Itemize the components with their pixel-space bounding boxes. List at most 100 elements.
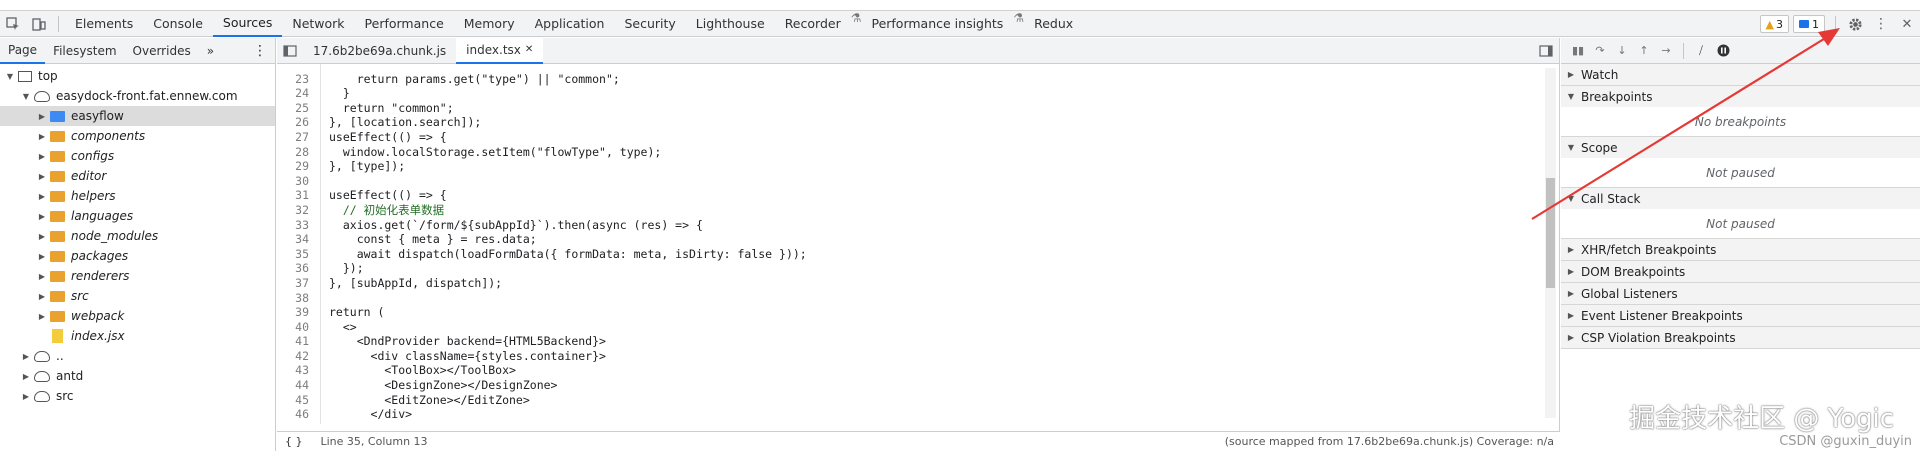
line-number[interactable]: 36 <box>277 261 315 276</box>
line-number[interactable]: 35 <box>277 247 315 262</box>
tree-item[interactable]: ▼ top <box>0 66 275 86</box>
tree-item[interactable]: ▶ node_modules <box>0 226 275 246</box>
line-number[interactable]: 30 <box>277 174 315 189</box>
tree-item[interactable]: ▶ languages <box>0 206 275 226</box>
collapsed-arrow-icon[interactable]: ▶ <box>36 152 48 161</box>
line-number[interactable]: 34 <box>277 232 315 247</box>
scrollbar-thumb[interactable] <box>1546 178 1555 288</box>
line-number[interactable]: 38 <box>277 291 315 306</box>
tree-item[interactable]: ▶.. <box>0 346 275 366</box>
line-number[interactable]: 29 <box>277 159 315 174</box>
line-number[interactable]: 27 <box>277 130 315 145</box>
line-number[interactable]: 26 <box>277 115 315 130</box>
line-number[interactable]: 25 <box>277 101 315 116</box>
editor-tab[interactable]: 17.6b2be69a.chunk.js <box>303 38 456 64</box>
tab-security[interactable]: Security <box>614 11 685 37</box>
line-number[interactable]: 40 <box>277 320 315 335</box>
line-number[interactable]: 39 <box>277 305 315 320</box>
tree-item[interactable]: ▶ packages <box>0 246 275 266</box>
tab-lighthouse[interactable]: Lighthouse <box>686 11 775 37</box>
line-number[interactable]: 33 <box>277 218 315 233</box>
line-number[interactable]: 41 <box>277 334 315 349</box>
section-header-scope[interactable]: ▼ Scope <box>1561 137 1920 158</box>
tree-item[interactable]: ▶ webpack <box>0 306 275 326</box>
tree-item[interactable]: index.jsx <box>0 326 275 346</box>
line-number[interactable]: 44 <box>277 378 315 393</box>
navigator-tab-filesystem[interactable]: Filesystem <box>45 38 124 64</box>
more-options-icon[interactable]: ⋮ <box>1868 11 1894 37</box>
section-header-csp-violation-breakpoints[interactable]: ▶ CSP Violation Breakpoints <box>1561 327 1920 348</box>
tab-performance[interactable]: Performance <box>355 11 454 37</box>
line-number[interactable]: 24 <box>277 86 315 101</box>
editor-scrollbar[interactable] <box>1545 68 1556 418</box>
line-number[interactable]: 45 <box>277 393 315 408</box>
section-header-call-stack[interactable]: ▼ Call Stack <box>1561 188 1920 209</box>
inspect-element-icon[interactable] <box>0 11 26 37</box>
more-tabs-icon[interactable]: » <box>199 38 222 64</box>
collapsed-arrow-icon[interactable]: ▶ <box>36 192 48 201</box>
tab-sources[interactable]: Sources <box>212 11 283 37</box>
section-header-watch[interactable]: ▶ Watch <box>1561 64 1920 85</box>
section-header-breakpoints[interactable]: ▼ Breakpoints <box>1561 86 1920 107</box>
step-icon[interactable]: → <box>1655 40 1677 62</box>
collapsed-arrow-icon[interactable]: ▶ <box>36 272 48 281</box>
expanded-arrow-icon[interactable]: ▼ <box>4 72 16 81</box>
line-number[interactable]: 32 <box>277 203 315 218</box>
pause-on-exceptions-icon[interactable] <box>1712 40 1734 62</box>
tree-item[interactable]: ▶ components <box>0 126 275 146</box>
source-map-info[interactable]: (source mapped from 17.6b2be69a.chunk.js… <box>1225 435 1554 448</box>
collapsed-arrow-icon[interactable]: ▶ <box>20 372 32 381</box>
line-number[interactable]: 31 <box>277 188 315 203</box>
line-number[interactable]: 47 <box>277 422 315 424</box>
deactivate-breakpoints-icon[interactable]: ⧸ <box>1690 40 1712 62</box>
tree-item[interactable]: ▶ src <box>0 286 275 306</box>
step-out-icon[interactable]: ↑ <box>1633 40 1655 62</box>
section-header-dom-breakpoints[interactable]: ▶ DOM Breakpoints <box>1561 261 1920 282</box>
tab-recorder[interactable]: Recorder <box>775 11 851 37</box>
code-view[interactable]: 23 return params.get("type") || "common"… <box>277 64 1547 424</box>
tree-item[interactable]: ▶ easyflow <box>0 106 275 126</box>
close-devtools-icon[interactable]: ✕ <box>1894 11 1920 37</box>
line-number[interactable]: 43 <box>277 363 315 378</box>
navigator-menu-icon[interactable]: ⋮ <box>245 38 275 64</box>
navigator-tab-overrides[interactable]: Overrides <box>125 38 199 64</box>
warnings-badge[interactable]: ▲ 3 <box>1759 15 1789 33</box>
close-tab-icon[interactable]: ✕ <box>525 44 533 55</box>
tree-item[interactable]: ▼ easydock-front.fat.ennew.com <box>0 86 275 106</box>
tree-item[interactable]: ▶ editor <box>0 166 275 186</box>
collapsed-arrow-icon[interactable]: ▶ <box>36 132 48 141</box>
tab-application[interactable]: Application <box>525 11 615 37</box>
messages-badge[interactable]: 1 <box>1793 15 1825 33</box>
tree-item[interactable]: ▶ antd <box>0 366 275 386</box>
settings-gear-icon[interactable] <box>1842 11 1868 37</box>
device-toolbar-icon[interactable] <box>26 11 52 37</box>
line-number[interactable]: 46 <box>277 407 315 422</box>
tab-redux[interactable]: Redux <box>1024 11 1083 37</box>
section-header-event-listener-breakpoints[interactable]: ▶ Event Listener Breakpoints <box>1561 305 1920 326</box>
collapsed-arrow-icon[interactable]: ▶ <box>36 172 48 181</box>
line-number[interactable]: 23 <box>277 72 315 87</box>
line-number[interactable]: 42 <box>277 349 315 364</box>
tab-performance-insights[interactable]: Performance insights <box>861 11 1013 37</box>
tab-memory[interactable]: Memory <box>454 11 525 37</box>
tree-item[interactable]: ▶ helpers <box>0 186 275 206</box>
navigator-tab-page[interactable]: Page <box>0 38 46 64</box>
pretty-print-icon[interactable]: { } <box>285 435 303 448</box>
collapsed-arrow-icon[interactable]: ▶ <box>20 392 32 401</box>
toggle-navigator-icon[interactable] <box>277 38 303 64</box>
toggle-debugger-icon[interactable] <box>1533 38 1559 64</box>
collapsed-arrow-icon[interactable]: ▶ <box>20 352 32 361</box>
tab-network[interactable]: Network <box>282 11 354 37</box>
tab-console[interactable]: Console <box>143 11 213 37</box>
pause-icon[interactable]: ▮▮ <box>1567 40 1589 62</box>
section-header-global-listeners[interactable]: ▶ Global Listeners <box>1561 283 1920 304</box>
collapsed-arrow-icon[interactable]: ▶ <box>36 252 48 261</box>
tree-item[interactable]: ▶ renderers <box>0 266 275 286</box>
expanded-arrow-icon[interactable]: ▼ <box>20 92 32 101</box>
line-number[interactable]: 37 <box>277 276 315 291</box>
tree-item[interactable]: ▶ src <box>0 386 275 406</box>
collapsed-arrow-icon[interactable]: ▶ <box>36 112 48 121</box>
collapsed-arrow-icon[interactable]: ▶ <box>36 232 48 241</box>
step-over-icon[interactable]: ↷ <box>1589 40 1611 62</box>
collapsed-arrow-icon[interactable]: ▶ <box>36 292 48 301</box>
